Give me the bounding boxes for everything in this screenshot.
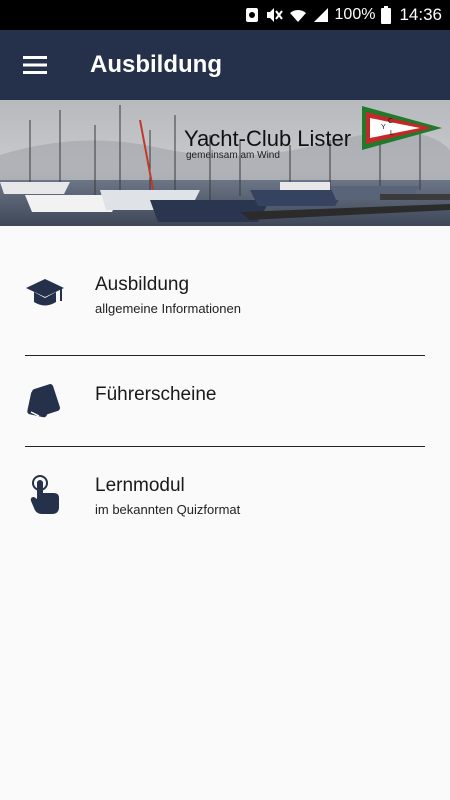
club-tagline: gemeinsam am Wind bbox=[186, 150, 280, 161]
menu-item-subtitle: allgemeine Informationen bbox=[95, 301, 241, 316]
menu-button[interactable] bbox=[0, 30, 70, 100]
menu-item-title: Lernmodul bbox=[95, 475, 185, 496]
menu-list: Ausbildung allgemeine Informationen Führ… bbox=[0, 226, 450, 517]
sim-icon bbox=[245, 7, 259, 23]
status-bar: 100% 14:36 bbox=[0, 0, 450, 30]
menu-item-lernmodul[interactable]: Lernmodul im bekannten Quizformat bbox=[0, 447, 450, 547]
menu-item-fuehrerscheine[interactable]: Führerscheine bbox=[0, 356, 450, 446]
club-name: Yacht-Club Lister bbox=[184, 126, 352, 151]
signal-icon bbox=[313, 7, 329, 23]
clock: 14:36 bbox=[399, 5, 442, 24]
burgee-letter-y: Y bbox=[381, 124, 386, 131]
menu-item-subtitle: im bekannten Quizformat bbox=[95, 502, 241, 517]
graduation-cap-icon bbox=[25, 274, 65, 314]
app-bar: Ausbildung bbox=[0, 30, 450, 100]
touch-pointer-icon bbox=[25, 475, 65, 515]
burgee-letter-c: C bbox=[388, 118, 393, 125]
hamburger-menu-icon bbox=[23, 56, 47, 74]
page-title: Ausbildung bbox=[90, 51, 222, 78]
menu-item-title: Führerscheine bbox=[95, 384, 217, 405]
burgee-letter-l: L bbox=[390, 130, 394, 137]
battery-percentage: 100% bbox=[334, 6, 376, 23]
battery-icon bbox=[381, 6, 392, 24]
menu-item-ausbildung[interactable]: Ausbildung allgemeine Informationen bbox=[0, 226, 450, 356]
club-banner: Y C L bbox=[0, 100, 450, 226]
license-cards-icon bbox=[25, 381, 65, 421]
wifi-icon bbox=[289, 7, 307, 23]
menu-item-title: Ausbildung bbox=[95, 274, 190, 295]
mute-icon bbox=[265, 7, 283, 23]
